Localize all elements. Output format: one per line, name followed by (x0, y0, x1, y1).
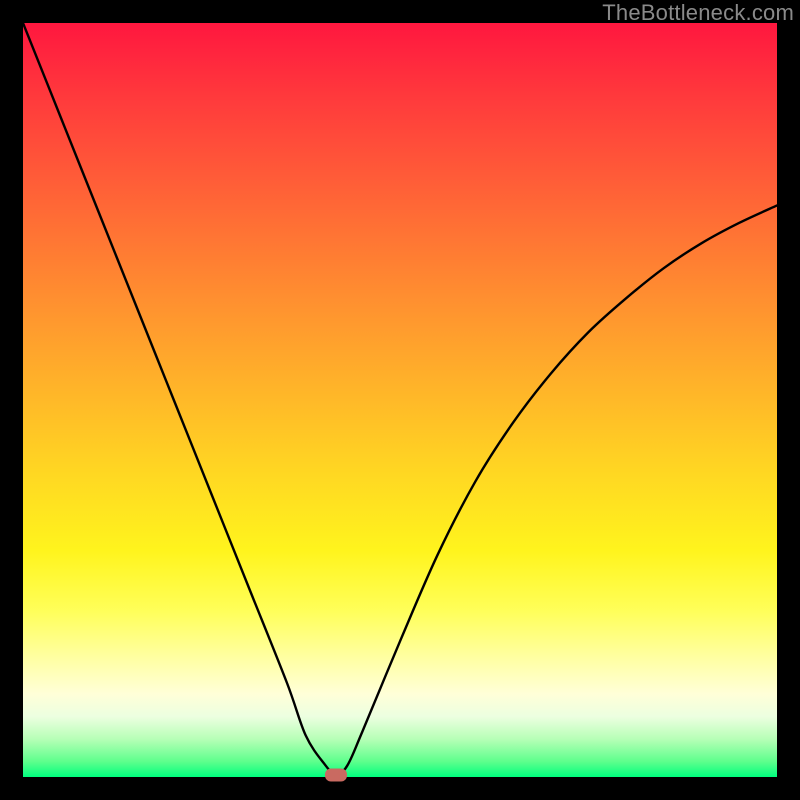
chart-frame (23, 23, 777, 777)
minimum-marker (325, 768, 347, 781)
watermark-text: TheBottleneck.com (602, 0, 794, 26)
bottleneck-curve (23, 23, 777, 777)
